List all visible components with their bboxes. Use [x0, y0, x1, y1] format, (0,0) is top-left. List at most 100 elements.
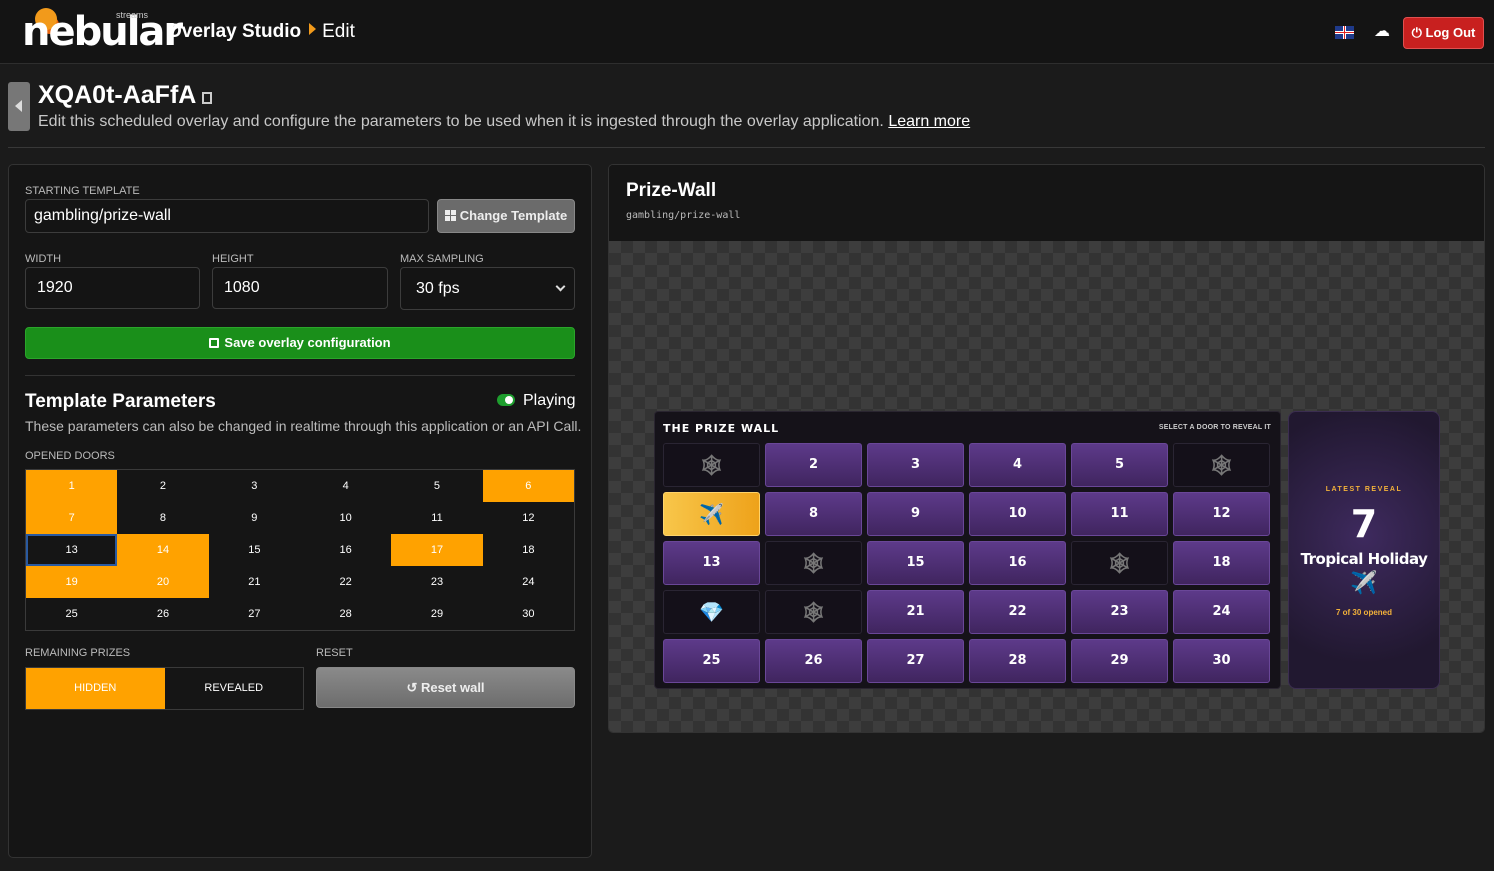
door-toggle[interactable]: 9 — [208, 502, 300, 534]
reset-wall-button[interactable]: ↺ Reset wall — [316, 667, 575, 708]
height-input[interactable]: 1080 — [212, 267, 388, 309]
prize-door[interactable]: 10 — [969, 492, 1066, 536]
logout-button[interactable]: ⏻ Log Out — [1403, 17, 1484, 49]
nebular-logo[interactable]: nebular streams — [22, 6, 183, 52]
prize-door[interactable]: 18 — [1173, 541, 1270, 585]
uk-flag-icon[interactable] — [1335, 26, 1354, 39]
change-template-button[interactable]: Change Template — [437, 199, 575, 233]
reset-wall-label: Reset wall — [420, 680, 485, 695]
door-toggle[interactable]: 21 — [208, 566, 300, 598]
latest-reveal-name: Tropical Holiday — [1300, 550, 1428, 568]
divider — [8, 147, 1485, 148]
prize-door[interactable]: 9 — [867, 492, 964, 536]
door-toggle[interactable]: 13 — [26, 534, 118, 566]
prize-door[interactable]: 28 — [969, 639, 1066, 683]
door-toggle[interactable]: 30 — [482, 598, 574, 630]
revealed-option[interactable]: REVEALED — [165, 668, 304, 709]
cloud-upload-icon[interactable]: ☁ — [1373, 23, 1391, 41]
back-button[interactable] — [8, 82, 30, 131]
opened-prize-door[interactable]: 🕸 — [1071, 541, 1168, 585]
power-icon: ⏻ — [1411, 25, 1426, 40]
door-toggle[interactable]: 29 — [391, 598, 483, 630]
opened-prize-door[interactable]: ✈️ — [663, 492, 760, 536]
door-toggle[interactable]: 8 — [117, 502, 209, 534]
prize-door[interactable]: 30 — [1173, 639, 1270, 683]
door-toggle[interactable]: 7 — [26, 502, 118, 534]
save-button[interactable]: Save overlay configuration — [25, 327, 575, 359]
opened-prize-door[interactable]: 🕸 — [765, 590, 862, 634]
prize-door[interactable]: 13 — [663, 541, 760, 585]
template-parameters-title: Template Parameters — [25, 391, 216, 412]
door-toggle[interactable]: 16 — [300, 534, 392, 566]
reset-label: RESET — [316, 647, 353, 659]
remaining-prizes-label: REMAINING PRIZES — [25, 647, 131, 659]
prize-door[interactable]: 21 — [867, 590, 964, 634]
door-toggle[interactable]: 23 — [391, 566, 483, 598]
door-toggle[interactable]: 5 — [391, 470, 483, 502]
description-text: Edit this scheduled overlay and configur… — [38, 113, 884, 130]
door-toggle[interactable]: 17 — [391, 534, 483, 566]
door-toggle[interactable]: 11 — [391, 502, 483, 534]
door-toggle[interactable]: 24 — [482, 566, 574, 598]
door-toggle[interactable]: 22 — [300, 566, 392, 598]
door-toggle[interactable]: 20 — [117, 566, 209, 598]
template-input[interactable]: gambling/prize-wall — [25, 199, 429, 233]
prize-door[interactable]: 8 — [765, 492, 862, 536]
playing-toggle[interactable] — [497, 394, 515, 406]
overlay-id-text: XQA0t-AaFfA — [38, 81, 197, 109]
prize-door[interactable]: 26 — [765, 639, 862, 683]
template-label: STARTING TEMPLATE — [25, 185, 140, 197]
door-toggle[interactable]: 2 — [117, 470, 209, 502]
prize-wall-hint: SELECT A DOOR TO REVEAL IT — [1158, 424, 1271, 431]
door-toggle[interactable]: 15 — [208, 534, 300, 566]
door-toggle[interactable]: 28 — [300, 598, 392, 630]
save-label: Save overlay configuration — [224, 335, 391, 350]
opened-prize-door[interactable]: 🕸 — [765, 541, 862, 585]
prize-door[interactable]: 4 — [969, 443, 1066, 487]
door-toggle[interactable]: 4 — [300, 470, 392, 502]
prize-wall-grid: 🕸 2 3 4 5 🕸 ✈️ 8 9 10 11 12 13 🕸 15 16 🕸 18 💎 🕸 21 22 23 24 25 26… — [663, 443, 1273, 683]
width-input[interactable]: 1920 — [25, 267, 200, 309]
prize-door[interactable]: 16 — [969, 541, 1066, 585]
door-toggle[interactable]: 19 — [26, 566, 118, 598]
prize-door[interactable]: 29 — [1071, 639, 1168, 683]
door-toggle[interactable]: 27 — [208, 598, 300, 630]
door-toggle[interactable]: 6 — [482, 470, 574, 502]
door-toggle[interactable]: 14 — [117, 534, 209, 566]
door-toggle[interactable]: 1 — [26, 470, 118, 502]
opened-prize-door[interactable]: 🕸 — [1173, 443, 1270, 487]
prize-door[interactable]: 27 — [867, 639, 964, 683]
prize-door[interactable]: 5 — [1071, 443, 1168, 487]
prize-door[interactable]: 12 — [1173, 492, 1270, 536]
sampling-label: MAX SAMPLING — [400, 253, 484, 265]
learn-more-link[interactable]: Learn more — [888, 113, 970, 130]
sampling-select[interactable]: 30 fps — [400, 267, 575, 310]
prize-door[interactable]: 25 — [663, 639, 760, 683]
sampling-value: 30 fps — [416, 280, 460, 297]
prize-door[interactable]: 3 — [867, 443, 964, 487]
hidden-option[interactable]: HIDDEN — [26, 668, 165, 709]
breadcrumb: Overlay Studio Edit — [167, 21, 355, 43]
preview-panel: Prize-Wall gambling/prize-wall THE PRIZE… — [608, 164, 1485, 733]
preview-header: Prize-Wall gambling/prize-wall — [609, 165, 1484, 241]
door-toggle[interactable]: 12 — [482, 502, 574, 534]
opened-prize-door[interactable]: 🕸 — [663, 443, 760, 487]
door-toggle[interactable]: 10 — [300, 502, 392, 534]
door-toggle[interactable]: 18 — [482, 534, 574, 566]
prize-door[interactable]: 23 — [1071, 590, 1168, 634]
copy-icon[interactable] — [202, 92, 213, 104]
opened-doors-grid: 1 2 3 4 5 6 7 8 9 10 11 12 13 14 15 16 17 18 19 20 21 22 23 24 2… — [25, 469, 575, 631]
top-bar: nebular streams Overlay Studio Edit ☁ ⏻ L… — [0, 0, 1494, 64]
remaining-prizes-toggle: HIDDEN REVEALED — [25, 667, 304, 710]
prize-door[interactable]: 2 — [765, 443, 862, 487]
door-toggle[interactable]: 25 — [26, 598, 118, 630]
prize-door[interactable]: 24 — [1173, 590, 1270, 634]
prize-wall-title: THE PRIZE WALL — [663, 422, 780, 435]
door-toggle[interactable]: 3 — [208, 470, 300, 502]
door-toggle[interactable]: 26 — [117, 598, 209, 630]
prize-door[interactable]: 22 — [969, 590, 1066, 634]
opened-prize-door[interactable]: 💎 — [663, 590, 760, 634]
breadcrumb-studio[interactable]: Overlay Studio — [167, 21, 301, 42]
prize-door[interactable]: 15 — [867, 541, 964, 585]
prize-door[interactable]: 11 — [1071, 492, 1168, 536]
